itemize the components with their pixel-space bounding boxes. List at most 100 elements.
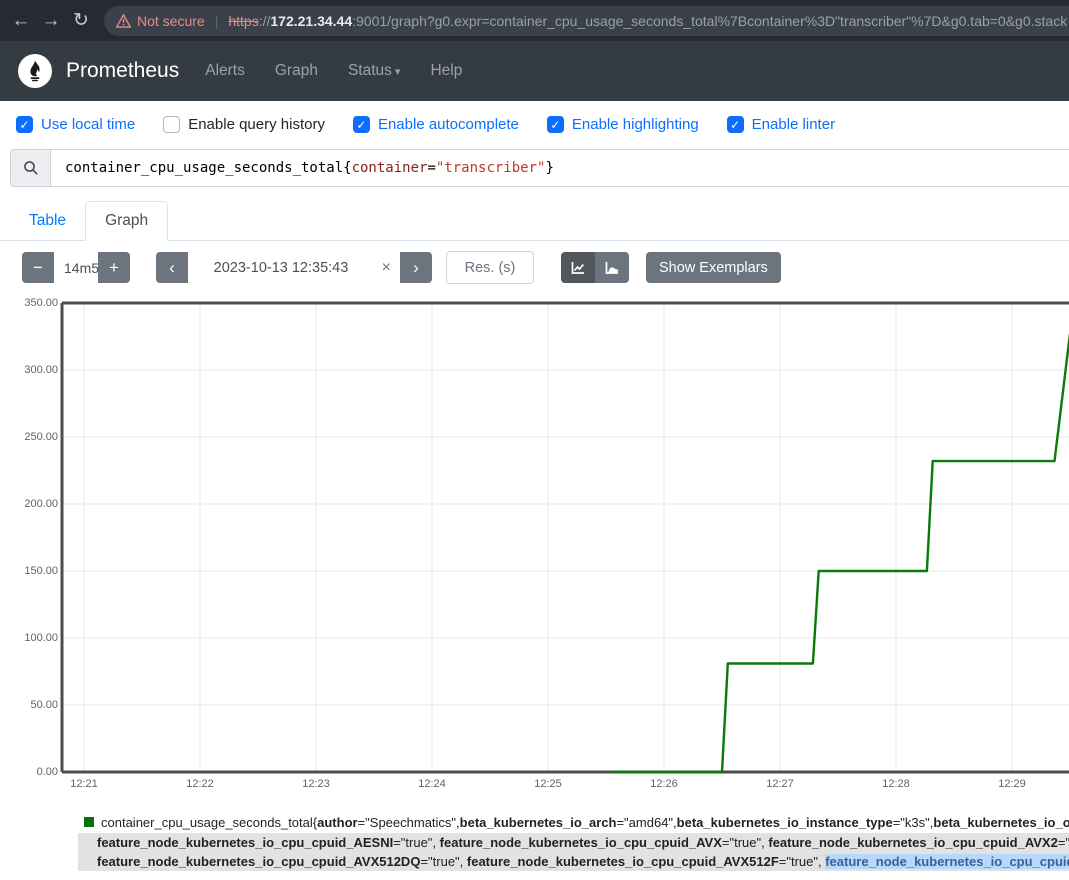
nav-item-help[interactable]: Help <box>430 62 462 80</box>
tab-table[interactable]: Table <box>10 202 85 240</box>
option-enable-highlighting[interactable]: ✓ Enable highlighting <box>547 116 699 133</box>
option-enable-autocomplete[interactable]: ✓ Enable autocomplete <box>353 116 519 133</box>
query-expression-input[interactable]: container_cpu_usage_seconds_total{contai… <box>51 150 1069 186</box>
x-axis-tick-label: 12:24 <box>407 778 457 790</box>
option-enable-query-history[interactable]: Enable query history <box>163 116 325 133</box>
search-addon <box>11 150 51 186</box>
graph-plot-area[interactable]: 350.00300.00250.00200.00150.00100.0050.0… <box>0 294 1069 799</box>
back-icon[interactable]: ← <box>6 10 36 32</box>
timestamp-input[interactable] <box>188 260 400 276</box>
option-label: Enable highlighting <box>572 116 699 133</box>
prometheus-navbar: Prometheus Alerts Graph Status▾ Help <box>0 41 1069 101</box>
nav-item-alerts[interactable]: Alerts <box>205 62 245 80</box>
y-axis-tick-label: 250.00 <box>8 431 58 443</box>
legend-label-text: ="amd64", <box>616 815 676 830</box>
option-label: Enable autocomplete <box>378 116 519 133</box>
timestamp-box: × <box>188 252 400 283</box>
security-warning-text: Not secure <box>137 13 205 29</box>
graph-legend: container_cpu_usage_seconds_total{author… <box>0 813 1069 871</box>
legend-label-text: ="true", <box>779 854 825 869</box>
query-bar: container_cpu_usage_seconds_total{contai… <box>10 149 1069 187</box>
x-axis-tick-label: 12:23 <box>291 778 341 790</box>
duration-stepper: − + <box>22 252 130 283</box>
legend-label-text: beta_kubernetes_io_arch <box>460 815 617 830</box>
warning-icon <box>116 14 131 28</box>
legend-label-text: container_cpu_usage_seconds_total{ <box>101 815 317 830</box>
x-axis-tick-label: 12:25 <box>523 778 573 790</box>
stacked-chart-icon <box>604 260 620 276</box>
line-chart-button[interactable] <box>561 252 595 283</box>
forward-icon[interactable]: → <box>36 10 66 32</box>
y-axis-tick-label: 200.00 <box>8 498 58 510</box>
legend-label-text: feature_node_kubernetes_io_cpu_cpuid_AVX… <box>825 854 1069 869</box>
line-chart-icon <box>570 260 586 276</box>
option-label: Use local time <box>41 116 135 133</box>
y-axis-tick-label: 50.00 <box>8 699 58 711</box>
nav-links: Alerts Graph Status▾ Help <box>205 62 462 80</box>
x-axis-tick-label: 12:29 <box>987 778 1037 790</box>
time-forward-button[interactable]: › <box>400 252 432 283</box>
prometheus-logo-icon[interactable] <box>18 54 52 88</box>
x-axis-tick-label: 12:21 <box>59 778 109 790</box>
legend-label-text: ="true", <box>722 835 768 850</box>
stacked-chart-button[interactable] <box>595 252 629 283</box>
legend-wrapped-line: feature_node_kubernetes_io_cpu_cpuid_AES… <box>97 833 1069 852</box>
clear-time-icon[interactable]: × <box>382 259 391 277</box>
url-host: 172.21.34.44 <box>270 13 352 29</box>
duration-decrease-button[interactable]: − <box>22 252 54 283</box>
security-status[interactable]: Not secure <box>116 13 205 29</box>
checkbox-enable-highlighting[interactable]: ✓ <box>547 116 564 133</box>
legend-label-text: feature_node_kubernetes_io_cpu_cpuid_AVX <box>440 835 722 850</box>
legend-label-text: ="true", <box>420 854 466 869</box>
time-back-button[interactable]: ‹ <box>156 252 188 283</box>
nav-item-graph[interactable]: Graph <box>275 62 318 80</box>
options-row: ✓ Use local time Enable query history ✓ Enab… <box>0 101 1069 147</box>
legend-label-text: feature_node_kubernetes_io_cpu_cpuid_AVX… <box>768 835 1057 850</box>
chart-canvas <box>0 294 1069 799</box>
duration-input[interactable] <box>54 252 98 283</box>
search-icon <box>23 160 39 176</box>
option-enable-linter[interactable]: ✓ Enable linter <box>727 116 835 133</box>
graph-controls: − + ‹ × › Show Exemplars <box>0 241 1069 292</box>
chart-type-toggle <box>561 252 629 283</box>
url-scheme-sep: :// <box>259 13 271 29</box>
y-axis-tick-label: 300.00 <box>8 364 58 376</box>
url-scheme: https <box>228 13 258 29</box>
address-bar[interactable]: Not secure | https :// 172.21.34.44 :900… <box>104 6 1069 36</box>
checkbox-enable-linter[interactable]: ✓ <box>727 116 744 133</box>
option-use-local-time[interactable]: ✓ Use local time <box>16 116 135 133</box>
checkbox-use-local-time[interactable]: ✓ <box>16 116 33 133</box>
legend-label-text: author <box>317 815 357 830</box>
x-axis-tick-label: 12:28 <box>871 778 921 790</box>
show-exemplars-button[interactable]: Show Exemplars <box>646 252 781 283</box>
legend-item-wrapped-lines[interactable]: feature_node_kubernetes_io_cpu_cpuid_AES… <box>78 833 1069 871</box>
legend-label-text: beta_kubernetes_io_os <box>933 815 1069 830</box>
series-swatch-icon <box>84 817 94 827</box>
chevron-down-icon: ▾ <box>395 66 401 78</box>
reload-icon[interactable]: ↻ <box>66 9 96 32</box>
legend-label-text: beta_kubernetes_io_instance_type <box>677 815 893 830</box>
brand-title[interactable]: Prometheus <box>66 59 179 83</box>
checkbox-enable-autocomplete[interactable]: ✓ <box>353 116 370 133</box>
legend-label-text: ="Speechmatics", <box>358 815 460 830</box>
legend-label-text: ="k3s", <box>893 815 934 830</box>
nav-item-status[interactable]: Status▾ <box>348 62 400 80</box>
legend-item[interactable]: container_cpu_usage_seconds_total{author… <box>0 813 1069 831</box>
tab-graph[interactable]: Graph <box>85 201 168 241</box>
legend-label-text: feature_node_kubernetes_io_cpu_cpuid_AES… <box>97 835 393 850</box>
x-axis-tick-label: 12:22 <box>175 778 225 790</box>
query-token: container_cpu_usage_seconds_total{ <box>65 160 352 176</box>
option-label: Enable query history <box>188 116 325 133</box>
x-axis-tick-label: 12:27 <box>755 778 805 790</box>
option-label: Enable linter <box>752 116 835 133</box>
query-token: = <box>427 160 435 176</box>
legend-label-text: ="true", <box>1058 835 1069 850</box>
query-token: container <box>352 160 428 176</box>
checkbox-enable-query-history[interactable] <box>163 116 180 133</box>
duration-increase-button[interactable]: + <box>98 252 130 283</box>
resolution-input[interactable] <box>446 251 534 284</box>
y-axis-tick-label: 150.00 <box>8 565 58 577</box>
browser-toolbar: ← → ↻ Not secure | https :// 172.21.34.4… <box>0 0 1069 41</box>
time-navigator: ‹ × › <box>156 252 432 283</box>
legend-label-text: feature_node_kubernetes_io_cpu_cpuid_AVX… <box>97 854 420 869</box>
